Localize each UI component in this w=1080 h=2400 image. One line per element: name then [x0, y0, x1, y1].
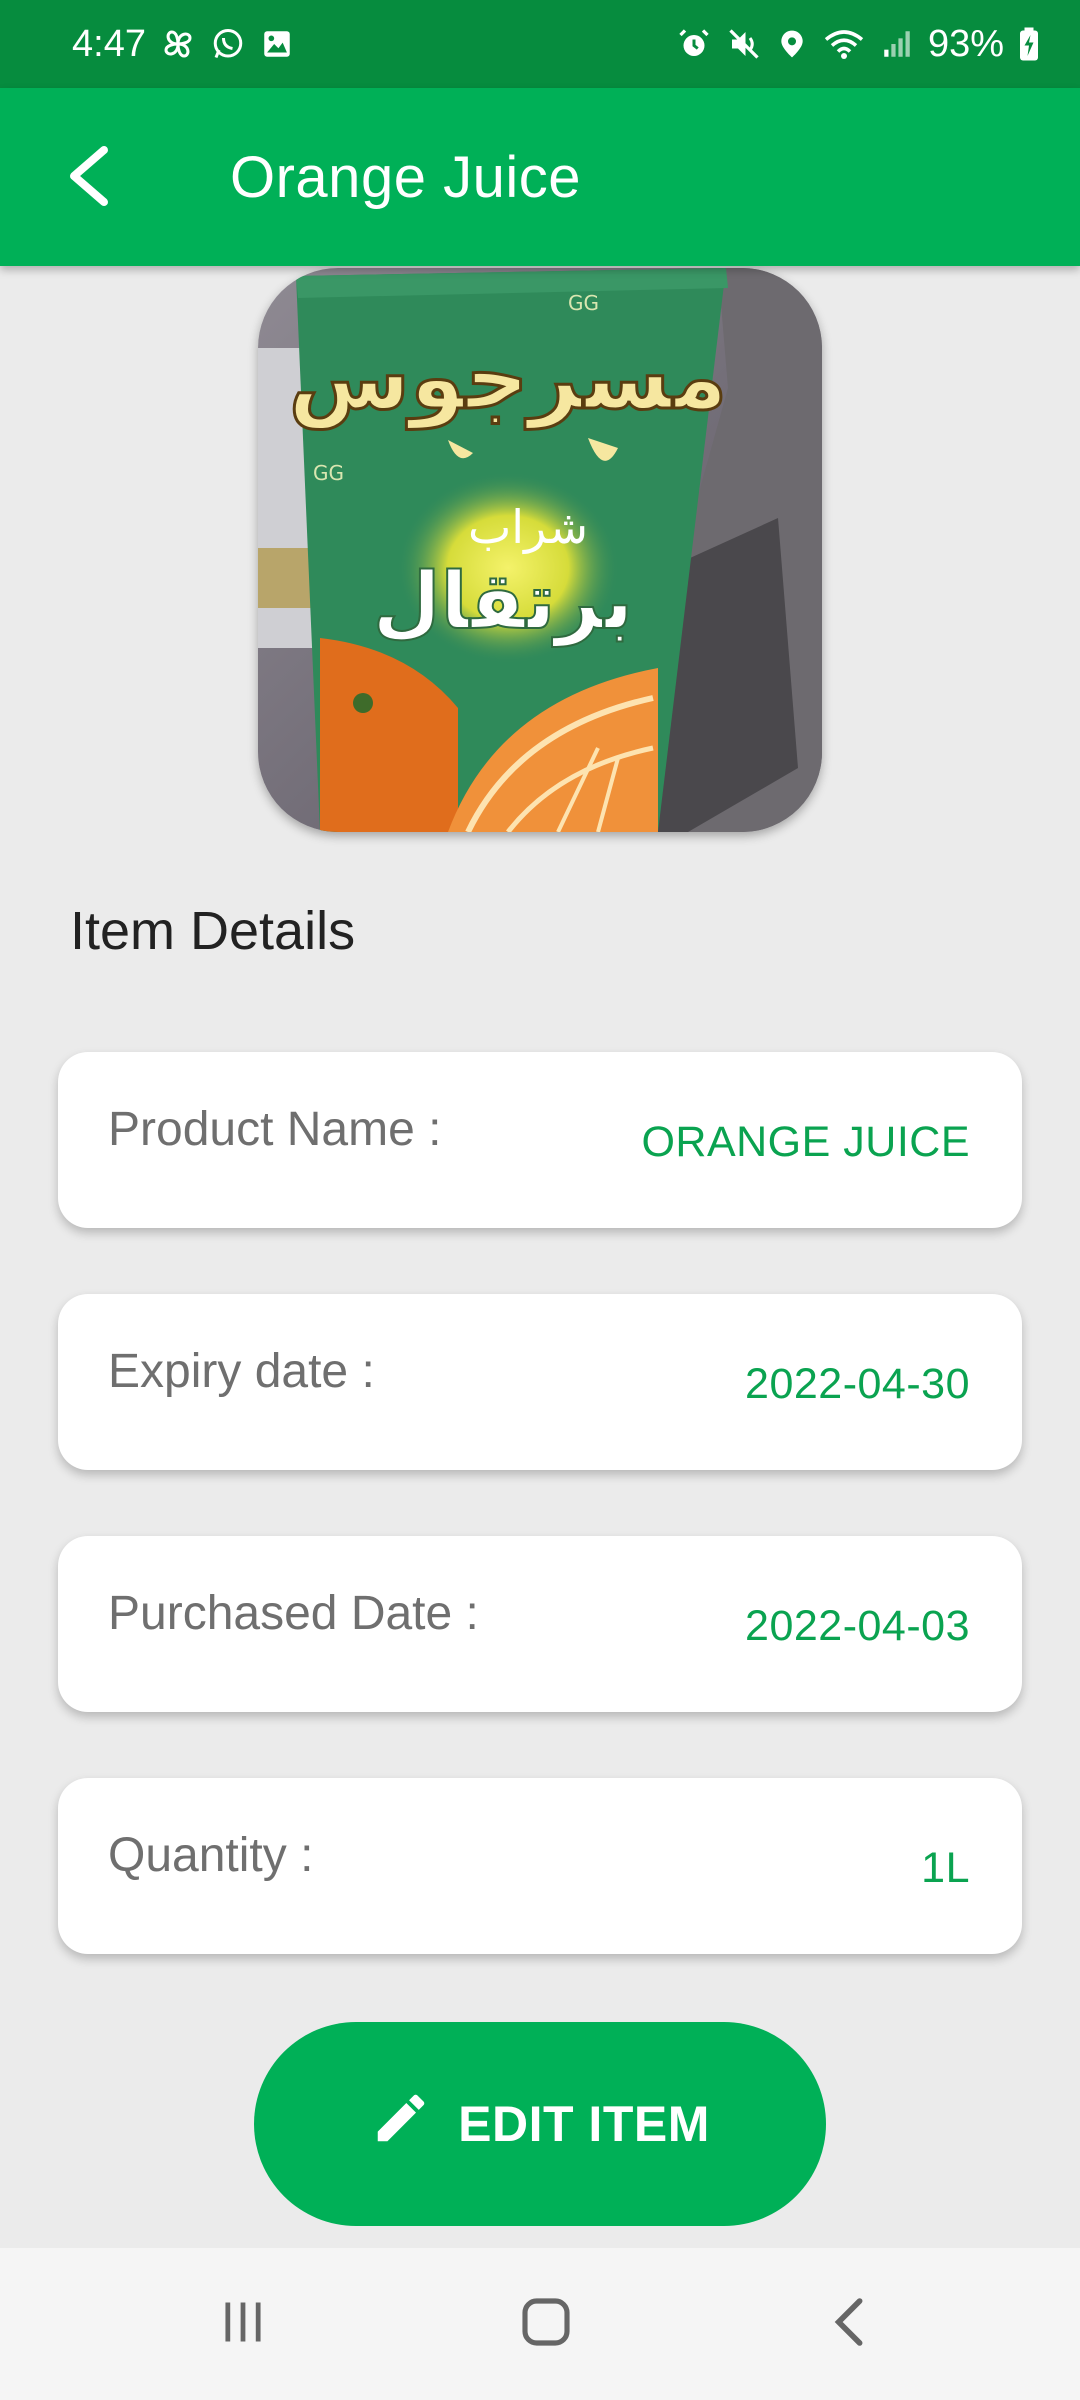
brand-logo-text: مسرجوس — [289, 326, 728, 430]
home-button[interactable] — [476, 2282, 616, 2366]
detail-value: ORANGE JUICE — [641, 1118, 970, 1166]
section-heading: Item Details — [70, 901, 356, 961]
location-icon — [776, 26, 808, 62]
brand-mark-top: GG — [568, 291, 599, 315]
whatsapp-icon — [210, 26, 246, 62]
detail-card-product-name: Product Name : ORANGE JUICE — [58, 1052, 1022, 1228]
arrow-left-icon — [64, 144, 112, 213]
detail-card-expiry-date: Expiry date : 2022-04-30 — [58, 1294, 1022, 1470]
status-left: 4:47 — [72, 23, 294, 66]
detail-value: 1L — [921, 1844, 970, 1892]
detail-label: Product Name : — [108, 1103, 442, 1156]
brand-mark-left: GG — [313, 461, 344, 485]
detail-value: 2022-04-30 — [745, 1360, 970, 1408]
signal-icon — [880, 27, 914, 61]
page-title: Orange Juice — [230, 145, 581, 210]
back-icon — [826, 2294, 870, 2355]
pencil-icon — [370, 2087, 432, 2161]
battery-charging-icon — [1018, 26, 1040, 62]
alarm-icon — [676, 26, 712, 62]
detail-card-purchased-date: Purchased Date : 2022-04-03 — [58, 1536, 1022, 1712]
detail-label: Expiry date : — [108, 1345, 375, 1398]
product-image: مسرجوس GG GG شراب برتقال — [258, 268, 822, 832]
recent-apps-icon — [217, 2296, 269, 2353]
drink-word: شراب — [468, 500, 588, 555]
status-right: 93% — [676, 23, 1040, 66]
status-time: 4:47 — [72, 22, 146, 65]
app-bar: Orange Juice — [0, 88, 1080, 266]
detail-card-quantity: Quantity : 1L — [58, 1778, 1022, 1954]
gallery-icon — [260, 27, 294, 61]
recent-apps-button[interactable] — [173, 2282, 313, 2366]
back-button[interactable] — [38, 130, 138, 226]
pinwheel-icon — [160, 26, 196, 62]
detail-label: Quantity : — [108, 1829, 314, 1882]
battery-percent: 93% — [927, 22, 1004, 65]
nav-back-button[interactable] — [778, 2282, 918, 2366]
flavor-word: برتقال — [373, 557, 633, 647]
edit-item-label: EDIT ITEM — [458, 2096, 710, 2152]
home-icon — [518, 2294, 574, 2355]
detail-label: Purchased Date : — [108, 1587, 479, 1640]
wifi-icon — [822, 26, 866, 62]
system-nav-bar — [0, 2248, 1080, 2400]
mute-icon — [726, 26, 762, 62]
detail-value: 2022-04-03 — [745, 1602, 970, 1650]
status-bar: 4:47 93% — [0, 0, 1080, 88]
edit-item-button[interactable]: EDIT ITEM — [254, 2022, 826, 2226]
